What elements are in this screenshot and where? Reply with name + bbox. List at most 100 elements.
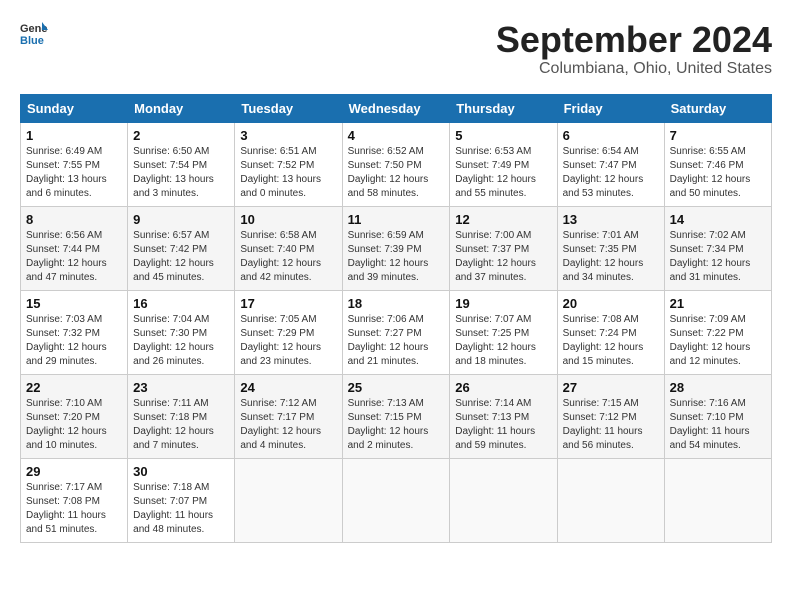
calendar-cell: 2 Sunrise: 6:50 AM Sunset: 7:54 PM Dayli… xyxy=(128,122,235,206)
day-number: 9 xyxy=(133,212,229,227)
sunrise-label: Sunrise: 7:12 AM xyxy=(240,398,316,409)
sunrise-label: Sunrise: 7:02 AM xyxy=(670,230,746,241)
daylight-label: Daylight: 12 hours and 29 minutes. xyxy=(26,342,107,367)
calendar-cell xyxy=(557,458,664,542)
sunset-label: Sunset: 7:32 PM xyxy=(26,328,100,339)
sunset-label: Sunset: 7:24 PM xyxy=(563,328,637,339)
sunrise-label: Sunrise: 6:49 AM xyxy=(26,146,102,157)
sunrise-label: Sunrise: 6:50 AM xyxy=(133,146,209,157)
calendar-cell: 22 Sunrise: 7:10 AM Sunset: 7:20 PM Dayl… xyxy=(21,374,128,458)
calendar-cell: 15 Sunrise: 7:03 AM Sunset: 7:32 PM Dayl… xyxy=(21,290,128,374)
daylight-label: Daylight: 12 hours and 53 minutes. xyxy=(563,174,644,199)
day-detail: Sunrise: 6:52 AM Sunset: 7:50 PM Dayligh… xyxy=(348,145,445,201)
calendar-cell: 10 Sunrise: 6:58 AM Sunset: 7:40 PM Dayl… xyxy=(235,206,342,290)
daylight-label: Daylight: 11 hours and 48 minutes. xyxy=(133,510,213,535)
day-detail: Sunrise: 7:07 AM Sunset: 7:25 PM Dayligh… xyxy=(455,313,551,369)
day-number: 28 xyxy=(670,380,766,395)
sunset-label: Sunset: 7:49 PM xyxy=(455,160,529,171)
sunrise-label: Sunrise: 7:07 AM xyxy=(455,314,531,325)
daylight-label: Daylight: 12 hours and 15 minutes. xyxy=(563,342,644,367)
day-number: 1 xyxy=(26,128,122,143)
day-detail: Sunrise: 7:04 AM Sunset: 7:30 PM Dayligh… xyxy=(133,313,229,369)
sunrise-label: Sunrise: 6:54 AM xyxy=(563,146,639,157)
daylight-label: Daylight: 11 hours and 56 minutes. xyxy=(563,426,643,451)
day-number: 23 xyxy=(133,380,229,395)
day-detail: Sunrise: 7:02 AM Sunset: 7:34 PM Dayligh… xyxy=(670,229,766,285)
calendar-cell: 4 Sunrise: 6:52 AM Sunset: 7:50 PM Dayli… xyxy=(342,122,450,206)
calendar-week-row: 29 Sunrise: 7:17 AM Sunset: 7:08 PM Dayl… xyxy=(21,458,772,542)
day-detail: Sunrise: 6:56 AM Sunset: 7:44 PM Dayligh… xyxy=(26,229,122,285)
daylight-label: Daylight: 12 hours and 55 minutes. xyxy=(455,174,536,199)
sunset-label: Sunset: 7:12 PM xyxy=(563,412,637,423)
calendar-cell: 21 Sunrise: 7:09 AM Sunset: 7:22 PM Dayl… xyxy=(664,290,771,374)
day-detail: Sunrise: 6:49 AM Sunset: 7:55 PM Dayligh… xyxy=(26,145,122,201)
day-number: 10 xyxy=(240,212,336,227)
calendar-cell: 20 Sunrise: 7:08 AM Sunset: 7:24 PM Dayl… xyxy=(557,290,664,374)
sunrise-label: Sunrise: 7:08 AM xyxy=(563,314,639,325)
weekday-header: Tuesday xyxy=(235,94,342,122)
sunset-label: Sunset: 7:07 PM xyxy=(133,496,207,507)
day-number: 2 xyxy=(133,128,229,143)
weekday-header: Thursday xyxy=(450,94,557,122)
calendar-cell: 9 Sunrise: 6:57 AM Sunset: 7:42 PM Dayli… xyxy=(128,206,235,290)
calendar-cell: 14 Sunrise: 7:02 AM Sunset: 7:34 PM Dayl… xyxy=(664,206,771,290)
day-detail: Sunrise: 7:15 AM Sunset: 7:12 PM Dayligh… xyxy=(563,397,659,453)
sunset-label: Sunset: 7:40 PM xyxy=(240,244,314,255)
daylight-label: Daylight: 11 hours and 51 minutes. xyxy=(26,510,106,535)
calendar-cell: 12 Sunrise: 7:00 AM Sunset: 7:37 PM Dayl… xyxy=(450,206,557,290)
daylight-label: Daylight: 12 hours and 4 minutes. xyxy=(240,426,321,451)
daylight-label: Daylight: 12 hours and 37 minutes. xyxy=(455,258,536,283)
daylight-label: Daylight: 12 hours and 42 minutes. xyxy=(240,258,321,283)
sunset-label: Sunset: 7:20 PM xyxy=(26,412,100,423)
day-number: 11 xyxy=(348,212,445,227)
day-number: 18 xyxy=(348,296,445,311)
sunset-label: Sunset: 7:39 PM xyxy=(348,244,422,255)
sunset-label: Sunset: 7:52 PM xyxy=(240,160,314,171)
day-detail: Sunrise: 7:10 AM Sunset: 7:20 PM Dayligh… xyxy=(26,397,122,453)
day-number: 26 xyxy=(455,380,551,395)
daylight-label: Daylight: 12 hours and 21 minutes. xyxy=(348,342,429,367)
weekday-header: Saturday xyxy=(664,94,771,122)
svg-text:Blue: Blue xyxy=(20,35,44,47)
sunset-label: Sunset: 7:18 PM xyxy=(133,412,207,423)
calendar-cell: 25 Sunrise: 7:13 AM Sunset: 7:15 PM Dayl… xyxy=(342,374,450,458)
day-detail: Sunrise: 6:55 AM Sunset: 7:46 PM Dayligh… xyxy=(670,145,766,201)
sunrise-label: Sunrise: 7:06 AM xyxy=(348,314,424,325)
day-number: 16 xyxy=(133,296,229,311)
calendar-cell: 16 Sunrise: 7:04 AM Sunset: 7:30 PM Dayl… xyxy=(128,290,235,374)
sunset-label: Sunset: 7:34 PM xyxy=(670,244,744,255)
title-area: September 2024 Columbiana, Ohio, United … xyxy=(496,20,772,78)
sunset-label: Sunset: 7:50 PM xyxy=(348,160,422,171)
day-number: 4 xyxy=(348,128,445,143)
daylight-label: Daylight: 12 hours and 31 minutes. xyxy=(670,258,751,283)
day-detail: Sunrise: 7:17 AM Sunset: 7:08 PM Dayligh… xyxy=(26,481,122,537)
calendar-cell: 7 Sunrise: 6:55 AM Sunset: 7:46 PM Dayli… xyxy=(664,122,771,206)
day-detail: Sunrise: 7:00 AM Sunset: 7:37 PM Dayligh… xyxy=(455,229,551,285)
sunrise-label: Sunrise: 6:58 AM xyxy=(240,230,316,241)
daylight-label: Daylight: 12 hours and 2 minutes. xyxy=(348,426,429,451)
sunset-label: Sunset: 7:25 PM xyxy=(455,328,529,339)
calendar-cell xyxy=(450,458,557,542)
calendar-cell xyxy=(342,458,450,542)
day-number: 13 xyxy=(563,212,659,227)
calendar-week-row: 15 Sunrise: 7:03 AM Sunset: 7:32 PM Dayl… xyxy=(21,290,772,374)
sunrise-label: Sunrise: 7:09 AM xyxy=(670,314,746,325)
day-number: 21 xyxy=(670,296,766,311)
day-detail: Sunrise: 7:03 AM Sunset: 7:32 PM Dayligh… xyxy=(26,313,122,369)
daylight-label: Daylight: 12 hours and 10 minutes. xyxy=(26,426,107,451)
sunrise-label: Sunrise: 7:16 AM xyxy=(670,398,746,409)
month-title: September 2024 xyxy=(496,20,772,60)
sunset-label: Sunset: 7:10 PM xyxy=(670,412,744,423)
sunrise-label: Sunrise: 6:53 AM xyxy=(455,146,531,157)
daylight-label: Daylight: 11 hours and 59 minutes. xyxy=(455,426,535,451)
sunrise-label: Sunrise: 7:18 AM xyxy=(133,482,209,493)
calendar-cell: 19 Sunrise: 7:07 AM Sunset: 7:25 PM Dayl… xyxy=(450,290,557,374)
day-number: 12 xyxy=(455,212,551,227)
calendar-table: SundayMondayTuesdayWednesdayThursdayFrid… xyxy=(20,94,772,543)
sunset-label: Sunset: 7:08 PM xyxy=(26,496,100,507)
day-detail: Sunrise: 6:58 AM Sunset: 7:40 PM Dayligh… xyxy=(240,229,336,285)
day-number: 25 xyxy=(348,380,445,395)
day-detail: Sunrise: 6:51 AM Sunset: 7:52 PM Dayligh… xyxy=(240,145,336,201)
day-detail: Sunrise: 7:16 AM Sunset: 7:10 PM Dayligh… xyxy=(670,397,766,453)
day-number: 20 xyxy=(563,296,659,311)
